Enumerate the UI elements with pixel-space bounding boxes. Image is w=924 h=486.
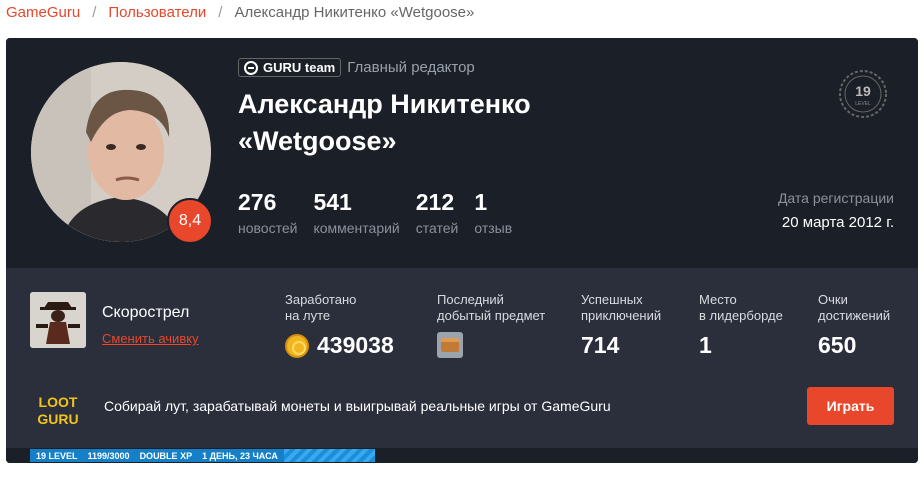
stat-value: 276 [238,189,277,215]
xp-level: 19 LEVEL [36,450,78,461]
logo-bottom-text: GURU [37,411,78,427]
user-rating-badge: 8,4 [167,198,213,244]
achievement-image[interactable] [30,292,86,348]
stat-comments[interactable]: 541 комментарий [313,188,399,236]
last-item-label-2: добытый предмет [437,308,546,323]
profile-header: 8,4 GURU team Главный редактор Александр… [6,38,918,268]
user-name: Александр Никитенко «Wetgoose» [238,89,531,156]
registration-date: 20 марта 2012 г. [781,214,894,231]
adventures-label-1: Успешных [581,292,643,307]
leaderboard-label-2: в лидерборде [699,308,783,323]
guru-team-badge[interactable]: GURU team [238,58,342,77]
team-badge-label: GURU team [263,60,336,75]
adventures-value: 714 [581,332,620,358]
points-label-2: достижений [818,308,891,323]
earned-label-1: Заработано [285,292,357,307]
stat-label: комментарий [313,220,400,236]
guru-logo-icon [244,60,258,75]
profile-card: 8,4 GURU team Главный редактор Александр… [6,38,918,463]
stat-articles[interactable]: 212 статей [416,188,459,236]
xp-bonus: DOUBLE XP [139,450,193,461]
stat-label: статей [415,220,459,236]
last-item: Последний добытый предмет [437,292,545,358]
play-button[interactable]: Играть [807,387,894,425]
chest-item-icon[interactable] [437,332,463,358]
breadcrumb-separator: / [218,4,223,21]
stat-value: 541 [313,189,352,215]
breadcrumb-users-link[interactable]: Пользователи [108,4,206,21]
level-word: LEVEL [855,101,871,107]
successful-adventures: Успешных приключений 714 [581,292,661,359]
achievement-name: Скорострел [102,304,190,321]
xp-progress-bar: 19 LEVEL 1199/3000 DOUBLE XP 1 ДЕНЬ, 23 … [6,448,918,463]
user-stats: 276 новостей 541 комментарий 212 статей … [238,188,512,236]
breadcrumb-home-link[interactable]: GameGuru [6,4,80,21]
coin-icon [285,333,309,358]
leaderboard-place: Место в лидерборде 1 [699,292,783,359]
xp-bonus-time: 1 ДЕНЬ, 23 ЧАСА [202,450,278,461]
registration-info: Дата регистрации 20 марта 2012 г. [778,190,894,231]
stat-label: отзыв [474,220,513,236]
lootguru-logo[interactable]: LOOT GURU [36,392,80,428]
promo-text: Собирай лут, зарабатывай монеты и выигры… [104,398,611,414]
change-achievement-link[interactable]: Сменить ачивку [102,331,199,346]
points-label-1: Очки [818,292,848,307]
achievement-points: Очки достижений 650 [818,292,890,359]
adventures-label-2: приключений [581,308,662,323]
logo-top-text: LOOT [39,394,78,410]
leaderboard-value: 1 [699,332,712,358]
xp-labels: 19 LEVEL 1199/3000 DOUBLE XP 1 ДЕНЬ, 23 … [30,449,284,462]
stat-news[interactable]: 276 новостей [238,188,297,236]
loot-panel: Скорострел Сменить ачивку Заработано на … [6,268,918,463]
team-row: GURU team Главный редактор [238,58,475,77]
earned-on-loot: Заработано на луте 439038 [285,292,394,359]
xp-progress-text: 1199/3000 [87,450,130,461]
last-item-label-1: Последний [437,292,504,307]
achievement-gunslinger-icon [30,292,86,348]
registration-label: Дата регистрации [777,190,894,206]
stat-reviews[interactable]: 1 отзыв [474,188,512,236]
stat-value: 212 [415,189,455,215]
level-badge-icon: 19 LEVEL [839,70,887,118]
breadcrumb: GameGuru / Пользователи / Александр Ники… [6,4,474,21]
stat-label: новостей [238,220,298,236]
level-number: 19 [855,83,871,99]
breadcrumb-current: Александр Никитенко «Wetgoose» [234,4,475,21]
points-value: 650 [818,332,857,358]
user-role: Главный редактор [347,59,475,76]
earned-value: 439038 [317,332,394,358]
leaderboard-label-1: Место [699,292,737,307]
earned-label-2: на луте [285,308,331,323]
breadcrumb-separator: / [92,4,97,21]
stat-value: 1 [474,189,488,215]
